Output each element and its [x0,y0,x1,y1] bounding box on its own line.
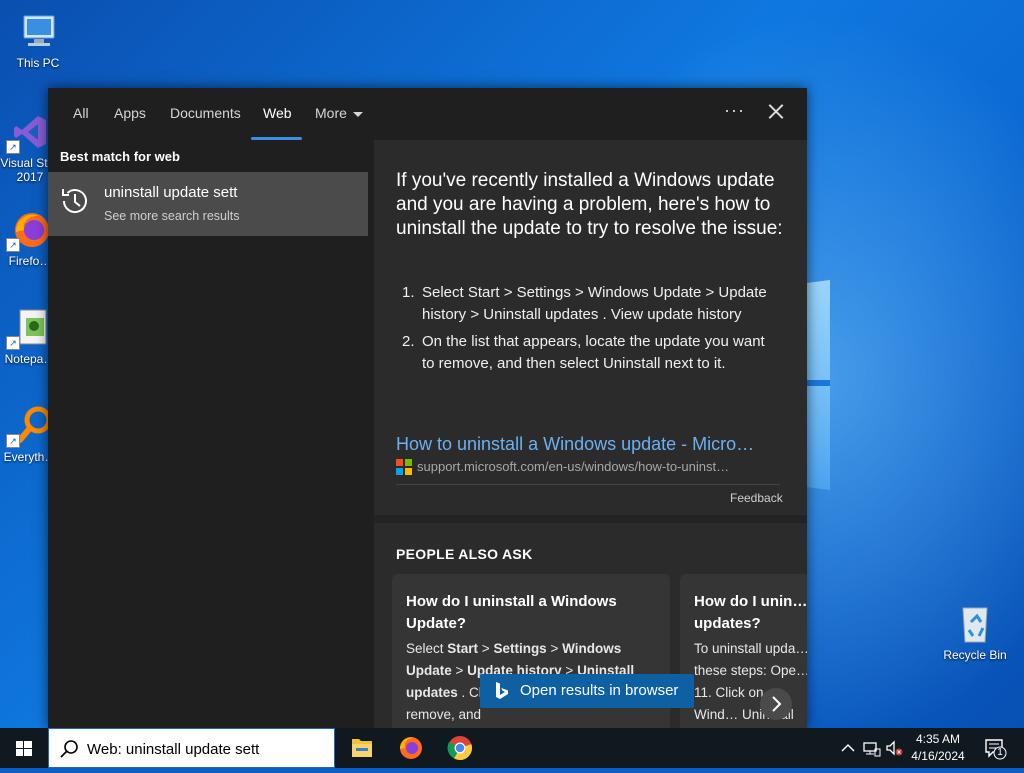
windows-logo-icon [16,741,32,756]
tab-more-label: More [315,105,347,121]
chevron-right-icon [772,696,782,712]
history-clock-icon [62,189,87,214]
firefox-taskbar-button[interactable] [387,728,435,768]
source-link[interactable]: How to uninstall a Windows update - Micr… [396,434,754,455]
open-results-in-browser-button[interactable]: Open results in browser [480,674,694,708]
firefox-icon [400,737,422,759]
start-button[interactable] [0,728,48,768]
paa-question: How do I unin… updates? [694,593,807,632]
file-explorer-button[interactable] [338,728,386,768]
computer-icon [16,10,60,54]
caret-down-icon [352,111,363,117]
visual-studio-icon: ↗ [6,110,52,154]
best-match-item[interactable]: uninstall update sett See more search re… [48,172,368,236]
clock[interactable]: 4:35 AM 4/16/2024 [900,731,976,765]
tab-more[interactable]: More [315,105,363,121]
notification-count: 1 [997,747,1003,758]
chevron-up-icon[interactable] [838,738,858,758]
answer-heading: If you've recently installed a Windows u… [396,170,783,239]
shortcut-arrow-icon: ↗ [6,434,20,448]
network-icon[interactable] [861,738,881,758]
desktop-icon-this-pc[interactable]: This PC [0,10,76,70]
answer-steps: 1. Select Start > Settings > Windows Upd… [396,282,776,380]
folder-icon [352,739,372,757]
next-card-button[interactable] [760,688,792,720]
people-also-ask-heading: PEOPLE ALSO ASK [396,546,533,562]
chrome-icon [447,736,472,760]
best-match-heading: Best match for web [60,149,180,164]
tab-documents[interactable]: Documents [170,105,241,121]
search-tabs: All Apps Documents Web More ··· [48,88,807,140]
chrome-taskbar-button[interactable] [436,728,484,768]
web-preview: If you've recently installed a Windows u… [374,140,807,728]
answer-step: 2. On the list that appears, locate the … [402,333,765,372]
source-url-row: support.microsoft.com/en-us/windows/how-… [396,458,729,476]
search-input[interactable] [85,735,329,763]
notepad-icon: ↗ [6,306,52,350]
more-options-button[interactable]: ··· [724,100,745,121]
paa-question: How do I uninstall a Windows Update? [406,593,617,632]
recycle-bin-icon [953,602,997,646]
shortcut-arrow-icon: ↗ [6,238,20,252]
tab-apps[interactable]: Apps [114,105,146,121]
tab-web[interactable]: Web [263,105,292,121]
desktop-icon-recycle-bin[interactable]: Recycle Bin [937,602,1013,662]
search-panel: All Apps Documents Web More ··· Best mat… [48,88,807,728]
taskbar-search-box[interactable] [48,728,335,768]
firefox-icon: ↗ [6,208,52,252]
close-icon[interactable] [764,100,788,124]
shortcut-arrow-icon: ↗ [6,336,20,350]
shortcut-arrow-icon: ↗ [6,140,20,154]
feedback-link[interactable]: Feedback [730,491,783,505]
tab-all[interactable]: All [73,105,89,121]
search-icon [60,740,78,758]
best-match-title: uninstall update sett [104,184,238,201]
best-match-subtitle: See more search results [104,209,240,223]
bing-icon [496,682,508,699]
results-list: Best match for web uninstall update sett… [48,140,371,728]
divider [396,484,780,485]
action-center-button[interactable]: 1 [980,728,1020,768]
clock-time: 4:35 AM [915,732,961,746]
taskbar: 4:35 AM 4/16/2024 1 [0,728,1024,768]
everything-search-icon: ↗ [6,404,52,448]
source-url: support.microsoft.com/en-us/windows/how-… [417,459,730,475]
clock-date: 4/16/2024 [911,749,965,763]
microsoft-logo-icon [396,458,412,475]
answer-step: 1. Select Start > Settings > Windows Upd… [402,284,767,323]
